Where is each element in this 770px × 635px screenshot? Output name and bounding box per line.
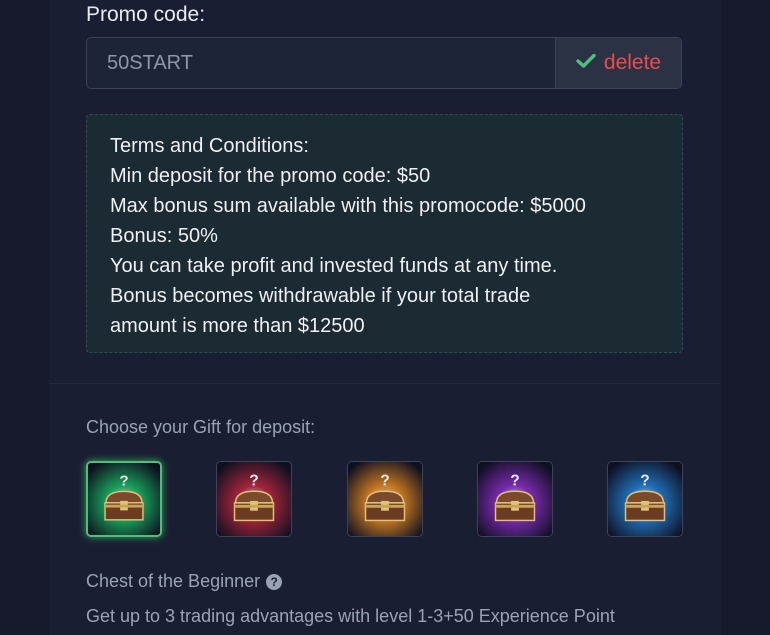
- terms-line: Bonus becomes withdrawable if your total…: [110, 285, 531, 307]
- svg-text:?: ?: [249, 472, 259, 489]
- gift-chest-red[interactable]: ?: [216, 461, 292, 537]
- delete-label: delete: [603, 51, 662, 74]
- gift-section-title: Choose your Gift for deposit:: [86, 417, 316, 437]
- svg-text:?: ?: [510, 472, 520, 489]
- gift-chest-purple[interactable]: ?: [477, 461, 553, 537]
- chest-description: Get up to 3 trading advantages with leve…: [86, 606, 615, 626]
- purple-chest-icon: ?: [478, 462, 552, 536]
- checkmark-icon: [576, 53, 596, 74]
- gift-chest-orange[interactable]: ?: [347, 461, 423, 537]
- terms-line: amount is more than $12500: [110, 315, 365, 337]
- blue-chest-icon: ?: [608, 462, 682, 536]
- gift-chest-green[interactable]: ?: [86, 461, 162, 537]
- orange-chest-icon: ?: [348, 462, 422, 536]
- red-chest-icon: ?: [217, 462, 291, 536]
- gift-chest-blue[interactable]: ?: [607, 461, 683, 537]
- terms-box: Terms and Conditions: Min deposit for th…: [86, 114, 683, 353]
- promo-code-input[interactable]: [87, 38, 555, 88]
- svg-text:?: ?: [380, 472, 390, 489]
- green-chest-icon: ?: [88, 463, 160, 535]
- svg-text:?: ?: [640, 472, 650, 489]
- terms-line: Min deposit for the promo code: $50: [110, 165, 431, 187]
- promo-code-label: Promo code:: [86, 3, 206, 26]
- terms-line: Bonus: 50%: [110, 225, 218, 247]
- section-divider: [49, 383, 721, 384]
- delete-promo-button[interactable]: delete: [555, 38, 681, 88]
- promo-code-field: delete: [86, 37, 682, 89]
- terms-line: You can take profit and invested funds a…: [110, 255, 558, 277]
- selected-chest-name: Chest of the Beginner ?: [86, 571, 283, 592]
- terms-line: Terms and Conditions:: [110, 135, 309, 157]
- chest-name-text: Chest of the Beginner: [86, 571, 261, 591]
- terms-line: Max bonus sum available with this promoc…: [110, 195, 586, 217]
- svg-text:?: ?: [119, 473, 128, 490]
- help-icon[interactable]: ?: [266, 573, 283, 590]
